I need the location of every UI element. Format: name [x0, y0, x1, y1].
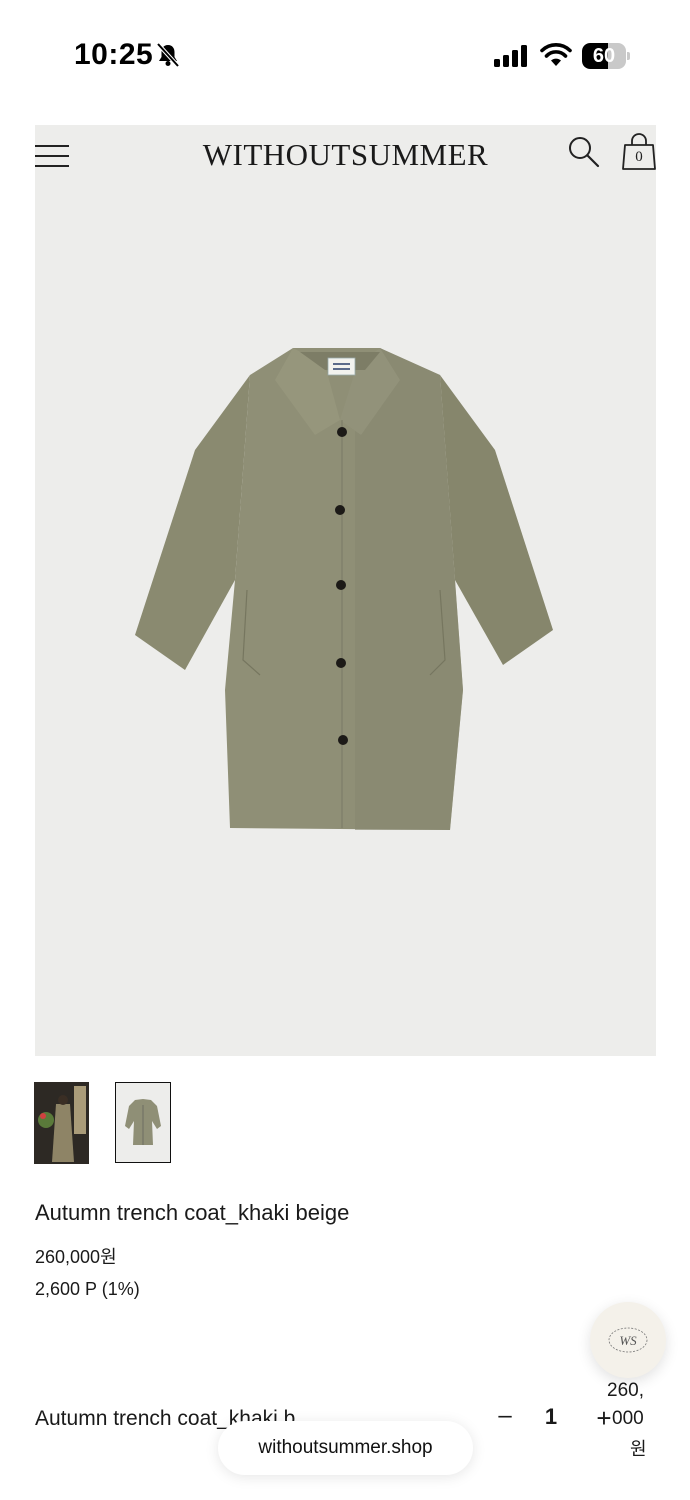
- url-text: withoutsummer.shop: [258, 1437, 433, 1458]
- battery-percent: 60: [592, 45, 616, 67]
- order-price-currency: 원: [630, 1439, 647, 1459]
- status-bar: 10:25 60: [0, 0, 690, 110]
- status-time: 10:25: [74, 38, 154, 71]
- browser-address-bar[interactable]: withoutsummer.shop: [218, 1421, 473, 1475]
- order-price-part: 260,: [607, 1380, 644, 1401]
- cart-count: 0: [635, 149, 643, 165]
- quantity-value: 1: [544, 1404, 558, 1429]
- search-icon[interactable]: [567, 135, 601, 169]
- product-price: 260,000원: [35, 1247, 117, 1267]
- product-hero: WITHOUTSUMMER 0: [35, 125, 656, 1056]
- battery-nub: [627, 52, 630, 60]
- order-price-part: 000: [612, 1408, 644, 1429]
- battery-indicator: 60: [582, 43, 630, 69]
- product-name: Autumn trench coat_khaki beige: [35, 1200, 350, 1225]
- ws-logo-icon: WS: [608, 1327, 648, 1353]
- battery-body: 60: [582, 43, 626, 69]
- cellular-signal-icon: [494, 45, 527, 67]
- quantity-increase-button[interactable]: +: [594, 1405, 614, 1431]
- wifi-icon: [540, 43, 572, 66]
- thumbnail-lifestyle-photo[interactable]: [34, 1082, 89, 1164]
- thumbnail-image: [125, 1099, 161, 1145]
- thumbnail-image: [34, 1082, 89, 1164]
- svg-text:WS: WS: [619, 1333, 637, 1348]
- product-image[interactable]: [125, 330, 565, 850]
- cart-button[interactable]: 0: [621, 133, 657, 171]
- brand-chat-button[interactable]: WS: [590, 1302, 666, 1378]
- product-points: 2,600 P (1%): [35, 1279, 140, 1299]
- bottom-fade: [0, 1340, 690, 1400]
- quantity-decrease-button[interactable]: –: [494, 1402, 516, 1432]
- brand-logo[interactable]: WITHOUTSUMMER: [35, 137, 656, 173]
- bell-slash-icon: [156, 42, 180, 68]
- thumbnail-product-photo[interactable]: [115, 1082, 171, 1163]
